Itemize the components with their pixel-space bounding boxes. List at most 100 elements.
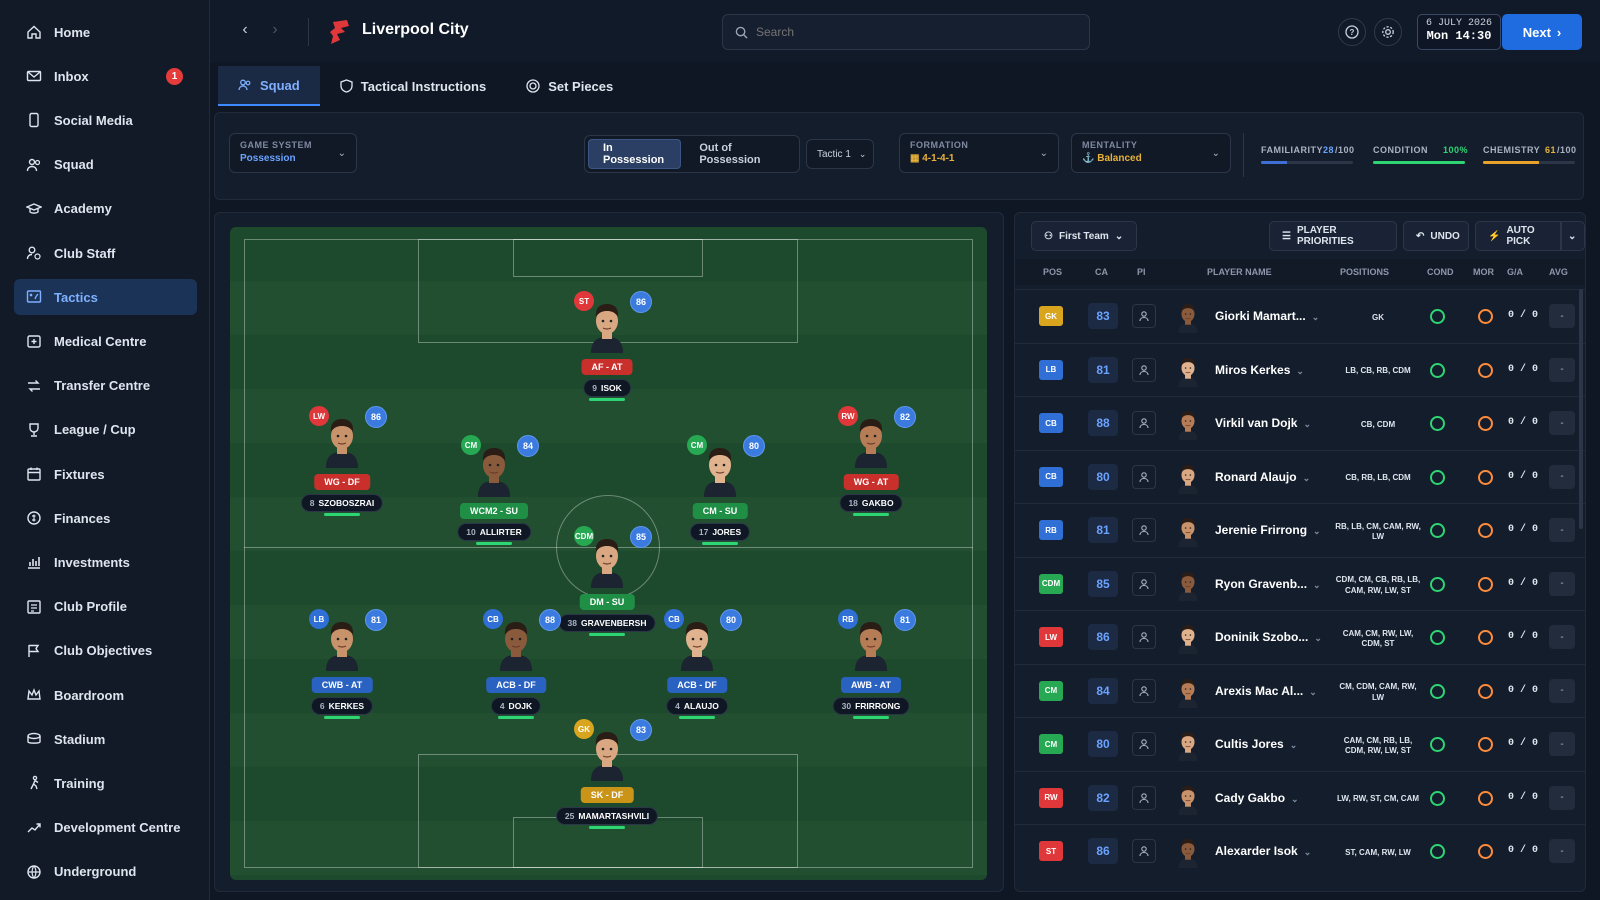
- back-arrow-icon[interactable]: ‹: [236, 21, 254, 39]
- player-role[interactable]: CWB - AT: [311, 677, 373, 693]
- sidebar-item-transfer-centre[interactable]: Transfer Centre: [14, 368, 197, 404]
- table-row[interactable]: CB 80 Ronard Alaujo ⌄ CB, RB, LB, CDM 0 / 0-: [1015, 449, 1585, 503]
- player-name[interactable]: Ryon Gravenb... ⌄: [1215, 577, 1321, 591]
- sidebar-item-training[interactable]: Training: [14, 765, 197, 801]
- sidebar-item-development-centre[interactable]: Development Centre: [14, 810, 197, 846]
- column-header[interactable]: COND: [1427, 267, 1454, 277]
- player-name[interactable]: Alexarder Isok ⌄: [1215, 844, 1311, 858]
- pitch-player-alaujo[interactable]: CB 80 ACB - DF 4 ALAUJO: [642, 605, 752, 725]
- column-header[interactable]: PLAYER NAME: [1207, 267, 1272, 277]
- player-role[interactable]: SK - DF: [580, 787, 634, 803]
- person-icon[interactable]: [1132, 411, 1156, 435]
- person-icon[interactable]: [1132, 464, 1156, 489]
- player-role[interactable]: WG - DF: [314, 474, 370, 490]
- table-row[interactable]: CM 84 Arexis Mac Al... ⌄ CM, CDM, CAM, RW, L…: [1015, 663, 1585, 717]
- tab-set-pieces[interactable]: Set Pieces: [506, 66, 633, 106]
- column-header[interactable]: POS: [1043, 267, 1062, 277]
- player-role[interactable]: ACB - DF: [486, 677, 546, 693]
- next-button[interactable]: Next ›: [1502, 14, 1582, 50]
- tactic-select[interactable]: Tactic 1 ⌄: [806, 139, 874, 169]
- person-icon[interactable]: [1132, 785, 1156, 810]
- person-icon[interactable]: [1132, 518, 1156, 542]
- scrollbar[interactable]: [1579, 289, 1583, 529]
- player-role[interactable]: AWB - AT: [841, 677, 901, 693]
- player-name[interactable]: Miros Kerkes ⌄: [1215, 363, 1304, 377]
- player-role[interactable]: WG - AT: [843, 474, 899, 490]
- game-system-select[interactable]: GAME SYSTEM Possession ⌄: [229, 133, 357, 173]
- column-header[interactable]: POSITIONS: [1340, 267, 1389, 277]
- sidebar-item-club-objectives[interactable]: Club Objectives: [14, 633, 197, 669]
- column-header[interactable]: CA: [1095, 267, 1108, 277]
- in-possession-button[interactable]: In Possession: [588, 139, 682, 169]
- sidebar-item-club-profile[interactable]: Club Profile: [14, 589, 197, 625]
- tab-tactical-instructions[interactable]: Tactical Instructions: [320, 66, 506, 106]
- person-icon[interactable]: [1132, 839, 1156, 863]
- player-name[interactable]: Ronard Alaujo ⌄: [1215, 470, 1310, 484]
- player-role[interactable]: ACB - DF: [667, 677, 727, 693]
- table-row[interactable]: RW 82 Cady Gakbo ⌄ LW, RW, ST, CM, CAM 0 / 0-: [1015, 770, 1585, 824]
- player-role[interactable]: DM - SU: [579, 594, 635, 610]
- sidebar-item-fixtures[interactable]: Fixtures: [14, 456, 197, 492]
- table-row[interactable]: GK 83 Giorki Mamart... ⌄ GK 0 / 0-: [1015, 289, 1585, 342]
- forward-arrow-icon[interactable]: ›: [266, 21, 284, 39]
- table-row[interactable]: CM 80 Cultis Jores ⌄ CAM, CM, RB, LB, CDM, R…: [1015, 717, 1585, 770]
- player-name[interactable]: Cady Gakbo ⌄: [1215, 791, 1299, 805]
- pitch-player-szoboszrai[interactable]: LW 86 WG - DF 8 SZOBOSZRAI: [287, 402, 397, 522]
- column-header[interactable]: G/A: [1507, 267, 1523, 277]
- pitch-player-frirrong[interactable]: RB 81 AWB - AT 30 FRIRRONG: [816, 605, 926, 725]
- player-name[interactable]: Arexis Mac Al... ⌄: [1215, 684, 1317, 698]
- player-name[interactable]: Giorki Mamart... ⌄: [1215, 309, 1319, 323]
- settings-gear-icon[interactable]: [1374, 18, 1402, 46]
- player-name[interactable]: Doninik Szobo... ⌄: [1215, 630, 1322, 644]
- player-role[interactable]: CM - SU: [692, 503, 748, 519]
- tab-squad[interactable]: Squad: [218, 66, 320, 106]
- player-name[interactable]: Cultis Jores ⌄: [1215, 737, 1297, 751]
- sidebar-item-finances[interactable]: Finances: [14, 500, 197, 536]
- table-row[interactable]: CDM 85 Ryon Gravenb... ⌄ CDM, CM, CB, RB, LB…: [1015, 556, 1585, 610]
- search-box[interactable]: [722, 14, 1090, 50]
- sidebar-item-medical-centre[interactable]: Medical Centre: [14, 323, 197, 359]
- pitch-player-mamartashvili[interactable]: GK 83 SK - DF 25 MAMARTASHVILI: [552, 715, 662, 835]
- formation-select[interactable]: FORMATION ▦ 4-1-4-1 ⌄: [899, 133, 1059, 173]
- sidebar-item-underground[interactable]: Underground: [14, 854, 197, 890]
- mentality-select[interactable]: MENTALITY ⚓ Balanced ⌄: [1071, 133, 1231, 173]
- person-icon[interactable]: [1132, 357, 1156, 382]
- player-role[interactable]: WCM2 - SU: [460, 503, 528, 519]
- pitch-player-kerkes[interactable]: LB 81 CWB - AT 6 KERKES: [287, 605, 397, 725]
- column-header[interactable]: AVG: [1549, 267, 1568, 277]
- person-icon[interactable]: [1132, 732, 1156, 756]
- sidebar-item-squad[interactable]: Squad: [14, 147, 197, 183]
- pitch-player-isok[interactable]: ST 86 AF - AT 9 ISOK: [552, 287, 662, 407]
- sidebar-item-boardroom[interactable]: Boardroom: [14, 677, 197, 713]
- table-row[interactable]: RB 81 Jerenie Frirrong ⌄ RB, LB, CM, CAM, RW…: [1015, 503, 1585, 556]
- team-select[interactable]: ⚇ First Team ⌄: [1031, 221, 1137, 251]
- pitch-player-jores[interactable]: CM 80 CM - SU 17 JORES: [665, 431, 775, 551]
- person-icon[interactable]: [1132, 625, 1156, 649]
- pitch-player-gakbo[interactable]: RW 82 WG - AT 18 GAKBO: [816, 402, 926, 522]
- table-row[interactable]: CB 88 Virkil van Dojk ⌄ CB, CDM 0 / 0-: [1015, 396, 1585, 449]
- player-role[interactable]: AF - AT: [581, 359, 633, 375]
- sidebar-item-inbox[interactable]: Inbox 1: [14, 58, 197, 94]
- auto-pick-button[interactable]: ⚡ AUTO PICK: [1475, 221, 1561, 251]
- auto-pick-options-button[interactable]: ⌄: [1561, 221, 1585, 251]
- sidebar-item-academy[interactable]: Academy: [14, 191, 197, 227]
- pitch-player-allirter[interactable]: CM 84 WCM2 - SU 10 ALLIRTER: [439, 431, 549, 551]
- sidebar-item-tactics[interactable]: Tactics: [14, 279, 197, 316]
- table-row[interactable]: LW 86 Doninik Szobo... ⌄ CAM, CM, RW, LW, CD…: [1015, 610, 1585, 663]
- sidebar-item-stadium[interactable]: Stadium: [14, 721, 197, 757]
- person-icon[interactable]: [1132, 571, 1156, 596]
- sidebar-item-social-media[interactable]: Social Media: [14, 102, 197, 138]
- person-icon[interactable]: [1132, 304, 1156, 328]
- pitch-player-dojk[interactable]: CB 88 ACB - DF 4 DOJK: [461, 605, 571, 725]
- search-input[interactable]: [756, 25, 1056, 39]
- out-of-possession-button[interactable]: Out of Possession: [685, 139, 796, 169]
- table-row[interactable]: ST 86 Alexarder Isok ⌄ ST, CAM, RW, LW 0 / 0-: [1015, 824, 1585, 877]
- player-name[interactable]: Jerenie Frirrong ⌄: [1215, 523, 1321, 537]
- sidebar-item-home[interactable]: Home: [14, 14, 197, 50]
- person-icon[interactable]: [1132, 678, 1156, 703]
- undo-button[interactable]: ↶ UNDO: [1403, 221, 1469, 251]
- column-header[interactable]: PI: [1137, 267, 1146, 277]
- sidebar-item-club-staff[interactable]: Club Staff: [14, 235, 197, 271]
- sidebar-item-league-cup[interactable]: League / Cup: [14, 412, 197, 448]
- column-header[interactable]: MOR: [1473, 267, 1494, 277]
